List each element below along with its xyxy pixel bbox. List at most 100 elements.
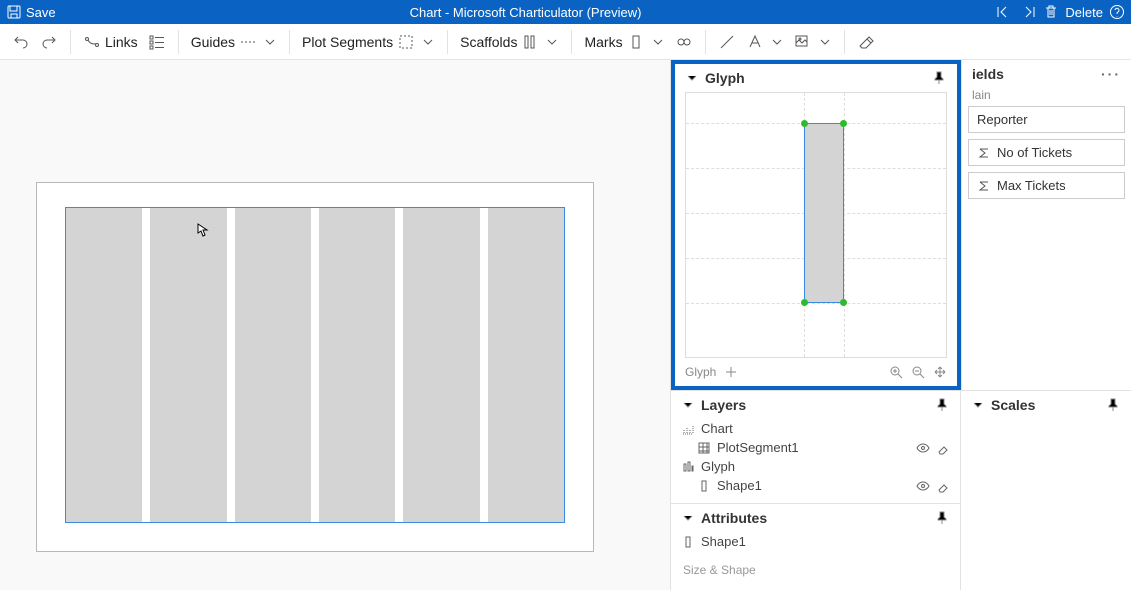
- expand-right-icon[interactable]: [1019, 3, 1037, 21]
- layer-label: Glyph: [701, 459, 735, 474]
- glyph-editor[interactable]: [685, 92, 947, 358]
- text-icon: [746, 33, 764, 51]
- undo-button[interactable]: [10, 24, 32, 59]
- separator: [289, 30, 290, 54]
- zoom-out-icon[interactable]: [911, 365, 925, 379]
- links-tool[interactable]: Links: [81, 24, 140, 59]
- field-item-max-tickets[interactable]: Max Tickets: [968, 172, 1125, 199]
- glyph-bar[interactable]: [66, 208, 142, 522]
- links-label: Links: [105, 34, 138, 50]
- resize-handle[interactable]: [801, 120, 808, 127]
- chevron-down-icon: [685, 71, 699, 85]
- legend-tool[interactable]: [146, 24, 168, 59]
- scaffolds-tool[interactable]: Scaffolds: [458, 24, 561, 59]
- resize-handle[interactable]: [840, 120, 847, 127]
- attributes-panel-header[interactable]: Attributes: [671, 504, 960, 532]
- legend-icon: [148, 33, 166, 51]
- fields-panel-header[interactable]: ields ···: [962, 60, 1131, 88]
- layers-panel-title: Layers: [701, 397, 746, 413]
- plot-segments-label: Plot Segments: [302, 34, 393, 50]
- title-bar: Save Chart - Microsoft Charticulator (Pr…: [0, 0, 1131, 24]
- marks-tool[interactable]: Marks: [582, 24, 666, 59]
- field-item-reporter[interactable]: Reporter: [968, 106, 1125, 133]
- scales-panel-header[interactable]: Scales: [961, 391, 1131, 419]
- delete-button[interactable]: Delete: [1065, 5, 1103, 20]
- icon-tool[interactable]: [792, 24, 834, 59]
- guide-line-icon: [239, 33, 257, 51]
- separator: [178, 30, 179, 54]
- pin-icon[interactable]: [931, 70, 947, 86]
- layer-shape1[interactable]: Shape1: [681, 476, 950, 495]
- guides-tool[interactable]: Guides: [189, 24, 279, 59]
- eraser-tool[interactable]: [855, 24, 877, 59]
- plot-segments-tool[interactable]: Plot Segments: [300, 24, 437, 59]
- trash-icon[interactable]: [1043, 4, 1059, 20]
- eraser-icon[interactable]: [936, 441, 950, 455]
- redo-icon: [40, 33, 58, 51]
- chevron-down-icon: [770, 35, 784, 49]
- help-icon[interactable]: [1109, 4, 1125, 20]
- eye-icon[interactable]: [916, 479, 930, 493]
- grid-icon: [697, 441, 711, 455]
- eraser-icon[interactable]: [936, 479, 950, 493]
- pin-icon[interactable]: [1105, 397, 1121, 413]
- resize-handle[interactable]: [801, 299, 808, 306]
- field-label: No of Tickets: [997, 145, 1072, 160]
- toolbar: Links Guides Plot Segments Scaffolds Mar…: [0, 24, 1131, 60]
- panels-row-top: Glyph: [671, 60, 1131, 390]
- separator: [705, 30, 706, 54]
- plot-segment-region[interactable]: [65, 207, 565, 523]
- field-item-no-of-tickets[interactable]: No of Tickets: [968, 139, 1125, 166]
- delete-label: Delete: [1065, 5, 1103, 20]
- glyph-bar[interactable]: [150, 208, 226, 522]
- shape-rect-icon: [697, 479, 711, 493]
- glyph-footer: Glyph: [675, 358, 957, 386]
- separator: [571, 30, 572, 54]
- resize-handle[interactable]: [840, 299, 847, 306]
- symbol-tool[interactable]: [673, 24, 695, 59]
- mark-rect-icon: [627, 33, 645, 51]
- pin-icon[interactable]: [934, 510, 950, 526]
- zoom-in-icon[interactable]: [889, 365, 903, 379]
- attributes-item-shape1[interactable]: Shape1: [681, 532, 950, 551]
- line-tool[interactable]: [716, 24, 738, 59]
- layers-list: Chart PlotSegment1 Glyph: [671, 419, 960, 503]
- layer-label: Chart: [701, 421, 733, 436]
- fields-subhead: lain: [962, 88, 1131, 106]
- layer-glyph[interactable]: Glyph: [681, 457, 950, 476]
- glyph-panel-header[interactable]: Glyph: [675, 64, 957, 92]
- save-button[interactable]: Save: [6, 4, 56, 20]
- chart-icon: [681, 422, 695, 436]
- collapse-left-icon[interactable]: [995, 3, 1013, 21]
- chevron-down-icon: [971, 398, 985, 412]
- sigma-icon: [977, 179, 991, 193]
- eraser-icon: [857, 33, 875, 51]
- glyph-bar[interactable]: [235, 208, 311, 522]
- right-panels: Glyph: [670, 60, 1131, 590]
- layer-chart[interactable]: Chart: [681, 419, 950, 438]
- glyph-panel: Glyph: [671, 60, 961, 390]
- more-options-icon[interactable]: ···: [1101, 66, 1121, 82]
- redo-button[interactable]: [38, 24, 60, 59]
- layer-plotsegment1[interactable]: PlotSegment1: [681, 438, 950, 457]
- separator: [844, 30, 845, 54]
- chart-canvas-wrap: [0, 60, 670, 590]
- eye-icon[interactable]: [916, 441, 930, 455]
- undo-icon: [12, 33, 30, 51]
- chevron-down-icon: [681, 398, 695, 412]
- add-glyph-icon[interactable]: [724, 365, 738, 379]
- layers-panel-header[interactable]: Layers: [671, 391, 960, 419]
- glyph-shape[interactable]: [804, 123, 844, 303]
- save-label: Save: [26, 5, 56, 20]
- glyph-bar[interactable]: [403, 208, 479, 522]
- glyph-bar[interactable]: [319, 208, 395, 522]
- layers-attributes-column: Layers Chart PlotSegment1: [671, 391, 961, 590]
- glyph-bar[interactable]: [488, 208, 564, 522]
- chart-canvas-outer[interactable]: [36, 182, 594, 552]
- pin-icon[interactable]: [934, 397, 950, 413]
- pan-icon[interactable]: [933, 365, 947, 379]
- text-tool[interactable]: [744, 24, 786, 59]
- chevron-down-icon: [421, 35, 435, 49]
- scales-panel: Scales: [961, 391, 1131, 590]
- sigma-icon: [977, 146, 991, 160]
